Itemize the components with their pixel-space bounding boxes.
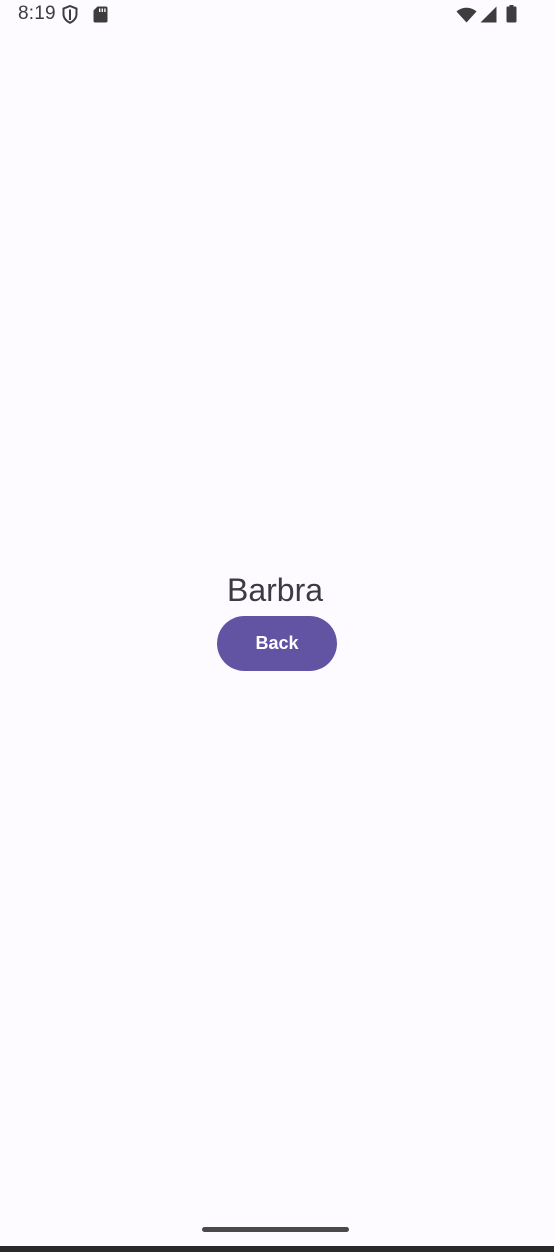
wifi-icon xyxy=(456,7,477,23)
cellular-signal-icon xyxy=(480,6,497,23)
name-label: Barbra xyxy=(226,572,324,608)
status-time: 8:19 xyxy=(18,3,56,24)
battery-icon xyxy=(506,5,517,23)
status-bar: 8:19 xyxy=(0,0,554,30)
sd-card-icon xyxy=(93,6,108,23)
shield-icon xyxy=(62,5,78,24)
home-indicator[interactable] xyxy=(202,1227,349,1232)
back-button[interactable]: Back xyxy=(217,616,337,671)
main-content: Barbra Back xyxy=(0,568,554,671)
bottom-edge xyxy=(0,1246,554,1252)
